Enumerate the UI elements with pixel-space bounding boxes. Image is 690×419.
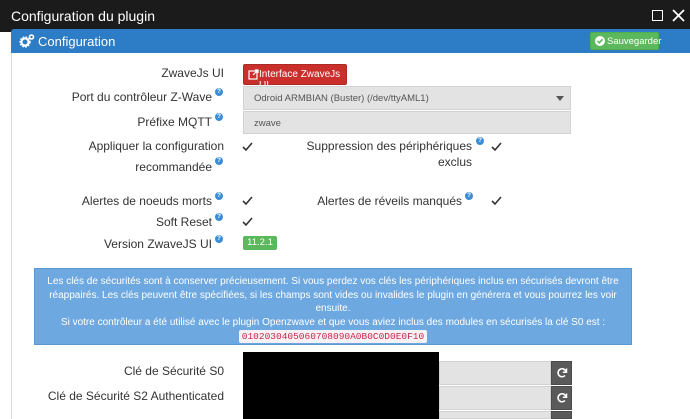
port-select[interactable]: Odroid ARMBIAN (Buster) (/dev/ttyAML1) bbox=[243, 86, 571, 110]
apply-config-label-line2: recommandée bbox=[135, 160, 212, 174]
redacted-area bbox=[243, 352, 439, 419]
s0-key-code: 0102030405060708090A0B0C0D0E0F10 bbox=[238, 330, 428, 343]
alert-text-2: Si votre contrôleur a été utilisé avec l… bbox=[60, 316, 606, 328]
apply-config-checkbox[interactable] bbox=[242, 141, 253, 152]
help-icon[interactable]: ? bbox=[215, 235, 223, 243]
close-icon[interactable] bbox=[672, 9, 686, 23]
port-label: Port du contrôleur Z-Wave bbox=[71, 90, 212, 104]
s2-auth-regenerate-button[interactable] bbox=[551, 386, 572, 410]
help-icon[interactable]: ? bbox=[215, 213, 223, 221]
port-select-value: Odroid ARMBIAN (Buster) (/dev/ttyAML1) bbox=[254, 93, 429, 104]
mqtt-prefix-input[interactable]: zwave bbox=[243, 111, 571, 134]
save-button-label: Sauvegarder bbox=[607, 36, 662, 47]
missed-wakeups-checkbox[interactable] bbox=[491, 195, 502, 206]
help-icon[interactable]: ? bbox=[215, 192, 223, 200]
help-icon[interactable]: ? bbox=[215, 88, 223, 96]
dead-nodes-checkbox[interactable] bbox=[242, 195, 253, 206]
mqtt-prefix-value: zwave bbox=[254, 118, 281, 129]
s2-unauth-key-input[interactable] bbox=[439, 411, 551, 419]
s0-key-input[interactable] bbox=[439, 361, 551, 385]
maximize-icon[interactable] bbox=[651, 9, 665, 23]
window-title: Configuration du plugin bbox=[11, 8, 155, 24]
excluded-removal-checkbox[interactable] bbox=[491, 141, 502, 152]
refresh-icon bbox=[557, 368, 568, 378]
save-button[interactable]: Sauvegarder bbox=[590, 32, 662, 50]
version-label: Version ZwaveJS UI bbox=[103, 237, 212, 251]
zwavejs-ui-label: ZwaveJs UI bbox=[161, 66, 224, 80]
s0-regenerate-button[interactable] bbox=[551, 361, 572, 385]
help-icon[interactable]: ? bbox=[215, 157, 223, 165]
missed-wakeups-label: Alertes de réveils manqués bbox=[317, 194, 462, 208]
check-circle-icon bbox=[595, 36, 605, 46]
window-titlebar: Configuration du plugin bbox=[0, 0, 690, 32]
s2-auth-key-label: Clé de Sécurité S2 Authenticated bbox=[47, 389, 224, 403]
soft-reset-checkbox[interactable] bbox=[242, 216, 253, 227]
zwavejs-ui-button[interactable]: Interface ZwaveJs UI bbox=[243, 64, 347, 91]
gears-icon bbox=[19, 34, 35, 48]
panel-title: Configuration bbox=[38, 34, 116, 49]
s0-key-label: Clé de Sécurité S0 bbox=[123, 364, 224, 378]
help-icon[interactable]: ? bbox=[465, 192, 473, 200]
help-icon[interactable]: ? bbox=[215, 113, 223, 121]
help-icon[interactable]: ? bbox=[476, 137, 484, 145]
soft-reset-label: Soft Reset bbox=[155, 215, 212, 229]
apply-config-label-line1: Appliquer la configuration bbox=[88, 139, 224, 153]
refresh-icon bbox=[557, 393, 568, 403]
external-link-icon bbox=[248, 69, 259, 80]
excluded-removal-label: Suppression des périphériques exclus bbox=[306, 139, 472, 169]
alert-text-1: Les clés de sécurités sont à conserver p… bbox=[47, 276, 619, 314]
dead-nodes-label: Alertes de noeuds morts bbox=[81, 194, 212, 208]
chevron-down-icon bbox=[556, 96, 564, 101]
panel-header: Configuration bbox=[11, 29, 690, 53]
security-keys-alert: Les clés de sécurités sont à conserver p… bbox=[34, 268, 632, 345]
mqtt-prefix-label: Préfixe MQTT bbox=[137, 115, 212, 129]
s2-auth-key-input[interactable] bbox=[439, 386, 551, 410]
version-badge: 11.2.1 bbox=[243, 236, 277, 250]
s2-unauth-regenerate-button[interactable] bbox=[551, 411, 572, 419]
